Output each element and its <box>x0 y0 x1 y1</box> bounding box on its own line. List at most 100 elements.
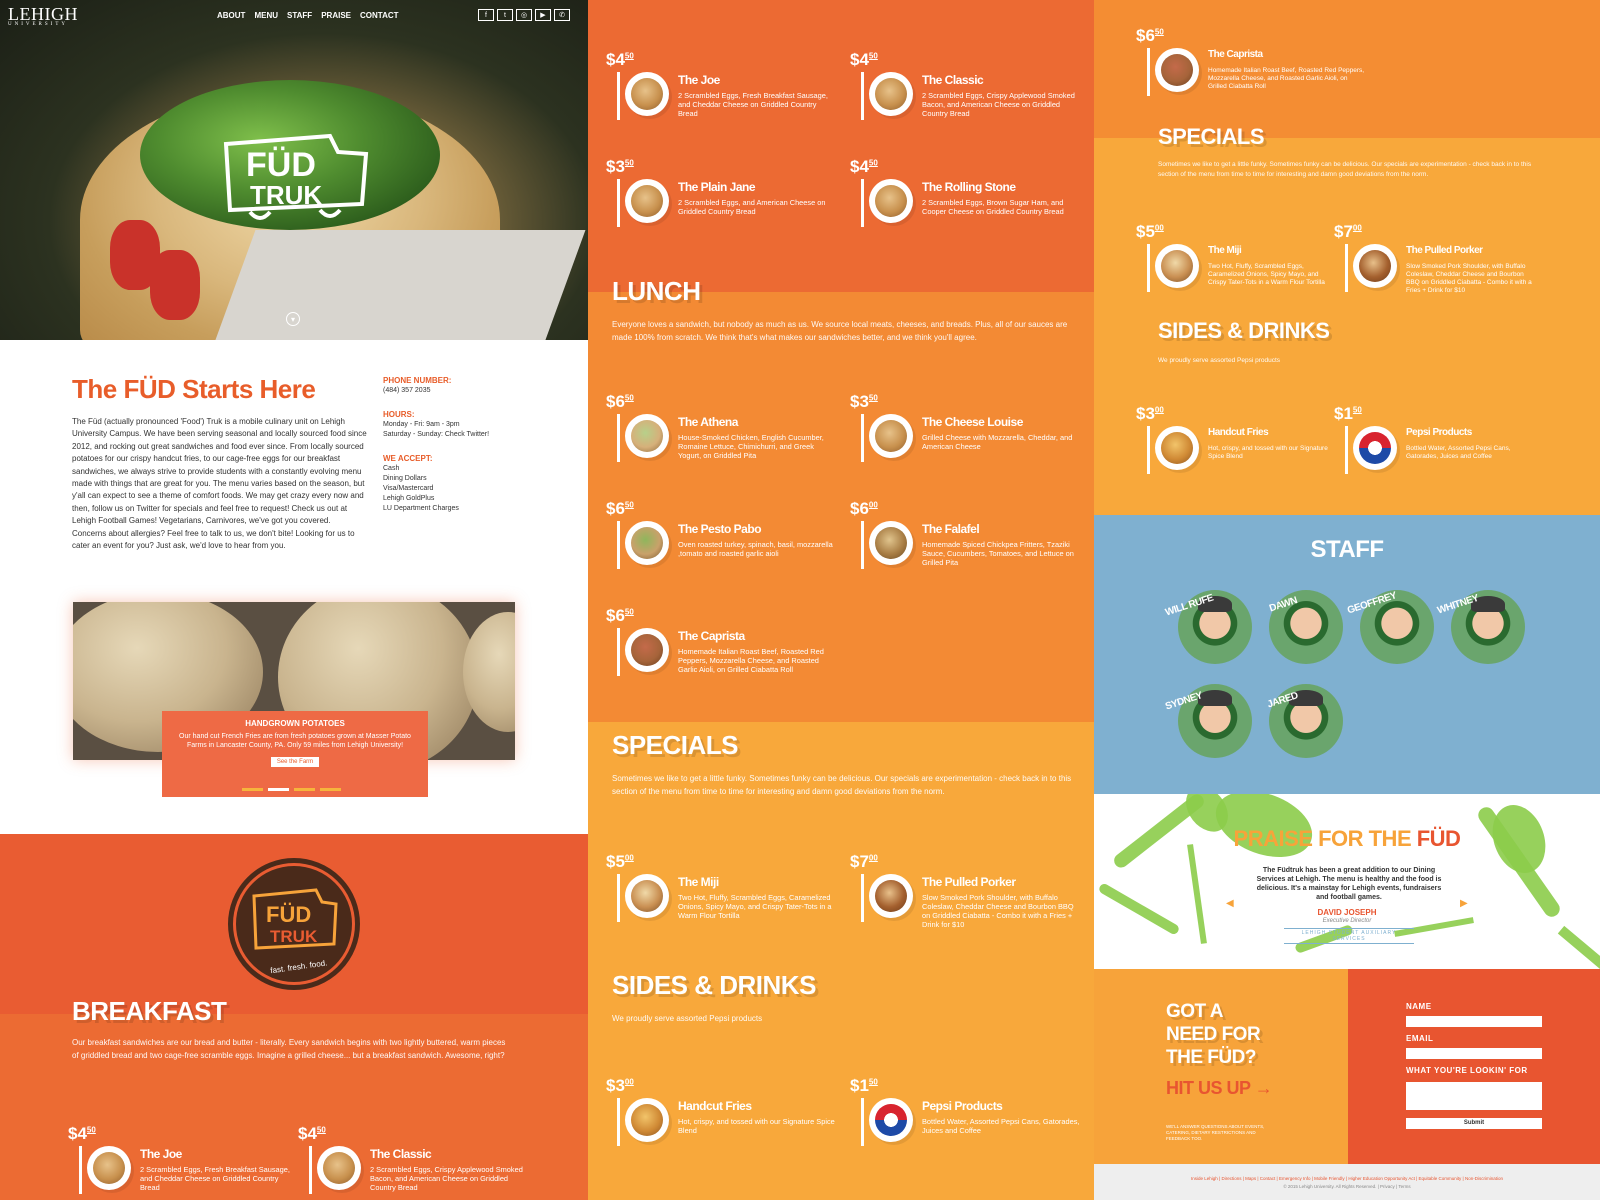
item-price: $650 <box>606 606 634 626</box>
item-desc: 2 Scrambled Eggs, Fresh Breakfast Sausag… <box>140 1165 290 1192</box>
youtube-icon[interactable]: ▶ <box>535 9 551 21</box>
menu-item[interactable]: $500 The Miji Two Hot, Fluffy, Scrambled… <box>606 852 846 932</box>
nav-menu[interactable]: MENU <box>254 11 278 20</box>
potato-card: HANDGROWN POTATOES Our hand cut French F… <box>162 711 428 797</box>
potato-shape <box>463 612 515 732</box>
nav-staff[interactable]: STAFF <box>287 11 312 20</box>
nav-about[interactable]: ABOUT <box>217 11 245 20</box>
price-bar <box>861 874 864 922</box>
hit-us-up-link[interactable]: HIT US UP → <box>1166 1078 1273 1099</box>
item-price: $300 <box>606 1076 634 1096</box>
chevron-down-icon[interactable]: ▾ <box>286 312 300 326</box>
fries-image <box>631 1104 663 1136</box>
email-field[interactable] <box>1406 1048 1542 1059</box>
menu-item[interactable]: $450 The Classic 2 Scrambled Eggs, Crisp… <box>298 1124 538 1200</box>
twitter-icon[interactable]: t <box>497 9 513 21</box>
item-price: $700 <box>1334 222 1362 242</box>
facebook-icon[interactable]: f <box>478 9 494 21</box>
item-name: The Pulled Porker <box>922 875 1016 889</box>
menu-item[interactable]: $150 Pepsi Products Bottled Water, Assor… <box>1334 404 1574 484</box>
item-name: The Miji <box>678 875 719 889</box>
menu-item[interactable]: $450 The Joe 2 Scrambled Eggs, Fresh Bre… <box>606 50 846 130</box>
menu-item[interactable]: $600 The Falafel Homemade Spiced Chickpe… <box>850 499 1090 579</box>
menu-item[interactable]: $150 Pepsi Products Bottled Water, Assor… <box>850 1076 1090 1156</box>
lunch-desc: Everyone loves a sandwich, but nobody as… <box>612 320 1068 342</box>
menu-item[interactable]: $650 The Caprista Homemade Italian Roast… <box>606 606 846 686</box>
item-name: Handcut Fries <box>678 1099 752 1113</box>
price-dollars: $4 <box>68 1124 87 1143</box>
accept-label: WE ACCEPT: <box>383 454 433 463</box>
slider-dot-active[interactable] <box>268 788 289 791</box>
price-dollars: $4 <box>606 50 625 69</box>
item-desc: Hot, crispy, and tossed with our Signatu… <box>678 1117 835 1135</box>
item-name: The Classic <box>922 73 984 87</box>
message-field[interactable] <box>1406 1082 1542 1110</box>
price-bar <box>1147 48 1150 96</box>
phone-icon[interactable]: ✆ <box>554 9 570 21</box>
price-dollars: $7 <box>850 852 869 871</box>
slider-dot[interactable] <box>294 788 315 791</box>
menu-item[interactable]: $650 The Athena House-Smoked Chicken, En… <box>606 392 846 472</box>
see-farm-button[interactable]: See the Farm <box>270 757 320 767</box>
praise-title: PRAISE FOR THE FÜD <box>1094 826 1600 852</box>
sandwich-image <box>631 880 663 912</box>
menu-item[interactable]: $450 The Rolling Stone 2 Scrambled Eggs,… <box>850 157 1090 237</box>
menu-item[interactable]: $650 The Pesto Pabo Oven roasted turkey,… <box>606 499 846 579</box>
lehigh-logo[interactable]: LEHIGH UNIVERSITY <box>8 4 78 27</box>
item-desc: Homemade Italian Roast Beef, Roasted Red… <box>1208 67 1365 90</box>
slider-dot[interactable] <box>320 788 341 791</box>
price-bar <box>617 874 620 922</box>
sandwich-image <box>875 185 907 217</box>
menu-item[interactable]: $450 The Joe 2 Scrambled Eggs, Fresh Bre… <box>68 1124 308 1200</box>
sandwich-image <box>875 420 907 452</box>
accept-item: Visa/Mastercard <box>383 485 434 492</box>
price-bar <box>617 179 620 227</box>
footer-copyright: © 2015 Lehigh University. All Rights Res… <box>1283 1184 1411 1189</box>
column-menu: $450 The Joe 2 Scrambled Eggs, Fresh Bre… <box>588 0 1094 1200</box>
menu-item[interactable]: $700 The Pulled Porker Slow Smoked Pork … <box>1334 222 1574 302</box>
potato-body: Our hand cut French Fries are from fresh… <box>179 733 411 749</box>
item-desc: Homemade Italian Roast Beef, Roasted Red… <box>678 647 824 674</box>
price-bar <box>861 521 864 569</box>
intro-title: The FÜD Starts Here <box>72 374 316 404</box>
item-price: $650 <box>1136 26 1164 46</box>
menu-item[interactable]: $300 Handcut Fries Hot, crispy, and toss… <box>606 1076 846 1156</box>
item-desc: Two Hot, Fluffy, Scrambled Eggs, Caramel… <box>678 893 832 920</box>
sides-title: SIDES & DRINKS <box>612 970 816 1000</box>
price-dollars: $1 <box>1334 404 1353 423</box>
sandwich-image <box>323 1152 355 1184</box>
item-desc: Oven roasted turkey, spinach, basil, moz… <box>678 540 833 558</box>
contact-heading: GOT A NEED FOR THE FÜD? <box>1166 1001 1261 1068</box>
price-dollars: $4 <box>298 1124 317 1143</box>
phone-number[interactable]: (484) 357 2035 <box>383 386 533 396</box>
hero-tomato-image <box>150 250 200 320</box>
submit-button[interactable]: Submit <box>1406 1118 1542 1129</box>
price-cents: 00 <box>1154 405 1164 415</box>
nav-praise[interactable]: PRAISE <box>321 11 351 20</box>
menu-item[interactable]: $350 The Plain Jane 2 Scrambled Eggs, an… <box>606 157 846 237</box>
slider-dot[interactable] <box>242 788 263 791</box>
sandwich-image <box>1161 54 1193 86</box>
potato-title: HANDGROWN POTATOES <box>245 719 345 728</box>
lehigh-brand-sub: UNIVERSITY <box>8 22 68 27</box>
price-bar <box>79 1146 82 1194</box>
instagram-icon[interactable]: ◎ <box>516 9 532 21</box>
menu-item[interactable]: $450 The Classic 2 Scrambled Eggs, Crisp… <box>850 50 1090 130</box>
menu-item[interactable]: $700 The Pulled Porker Slow Smoked Pork … <box>850 852 1090 932</box>
price-cents: 50 <box>868 393 878 403</box>
item-price: $500 <box>1136 222 1164 242</box>
name-field[interactable] <box>1406 1016 1542 1027</box>
item-price: $450 <box>298 1124 326 1144</box>
menu-item[interactable]: $350 The Cheese Louise Grilled Cheese wi… <box>850 392 1090 472</box>
price-cents: 50 <box>316 1125 326 1135</box>
nav-contact[interactable]: CONTACT <box>360 11 399 20</box>
item-name: The Falafel <box>922 522 980 536</box>
email-label: EMAIL <box>1406 1034 1434 1043</box>
item-name: The Caprista <box>1208 49 1263 60</box>
pepsi-logo-icon <box>1359 432 1391 464</box>
sandwich-image <box>875 78 907 110</box>
fork-icon <box>1187 844 1207 944</box>
footer-links[interactable]: Inside Lehigh | Directions | Maps | Cont… <box>1094 1176 1600 1181</box>
item-name: Pepsi Products <box>1406 427 1472 438</box>
menu-item[interactable]: $650 The Caprista Homemade Italian Roast… <box>1136 26 1376 106</box>
